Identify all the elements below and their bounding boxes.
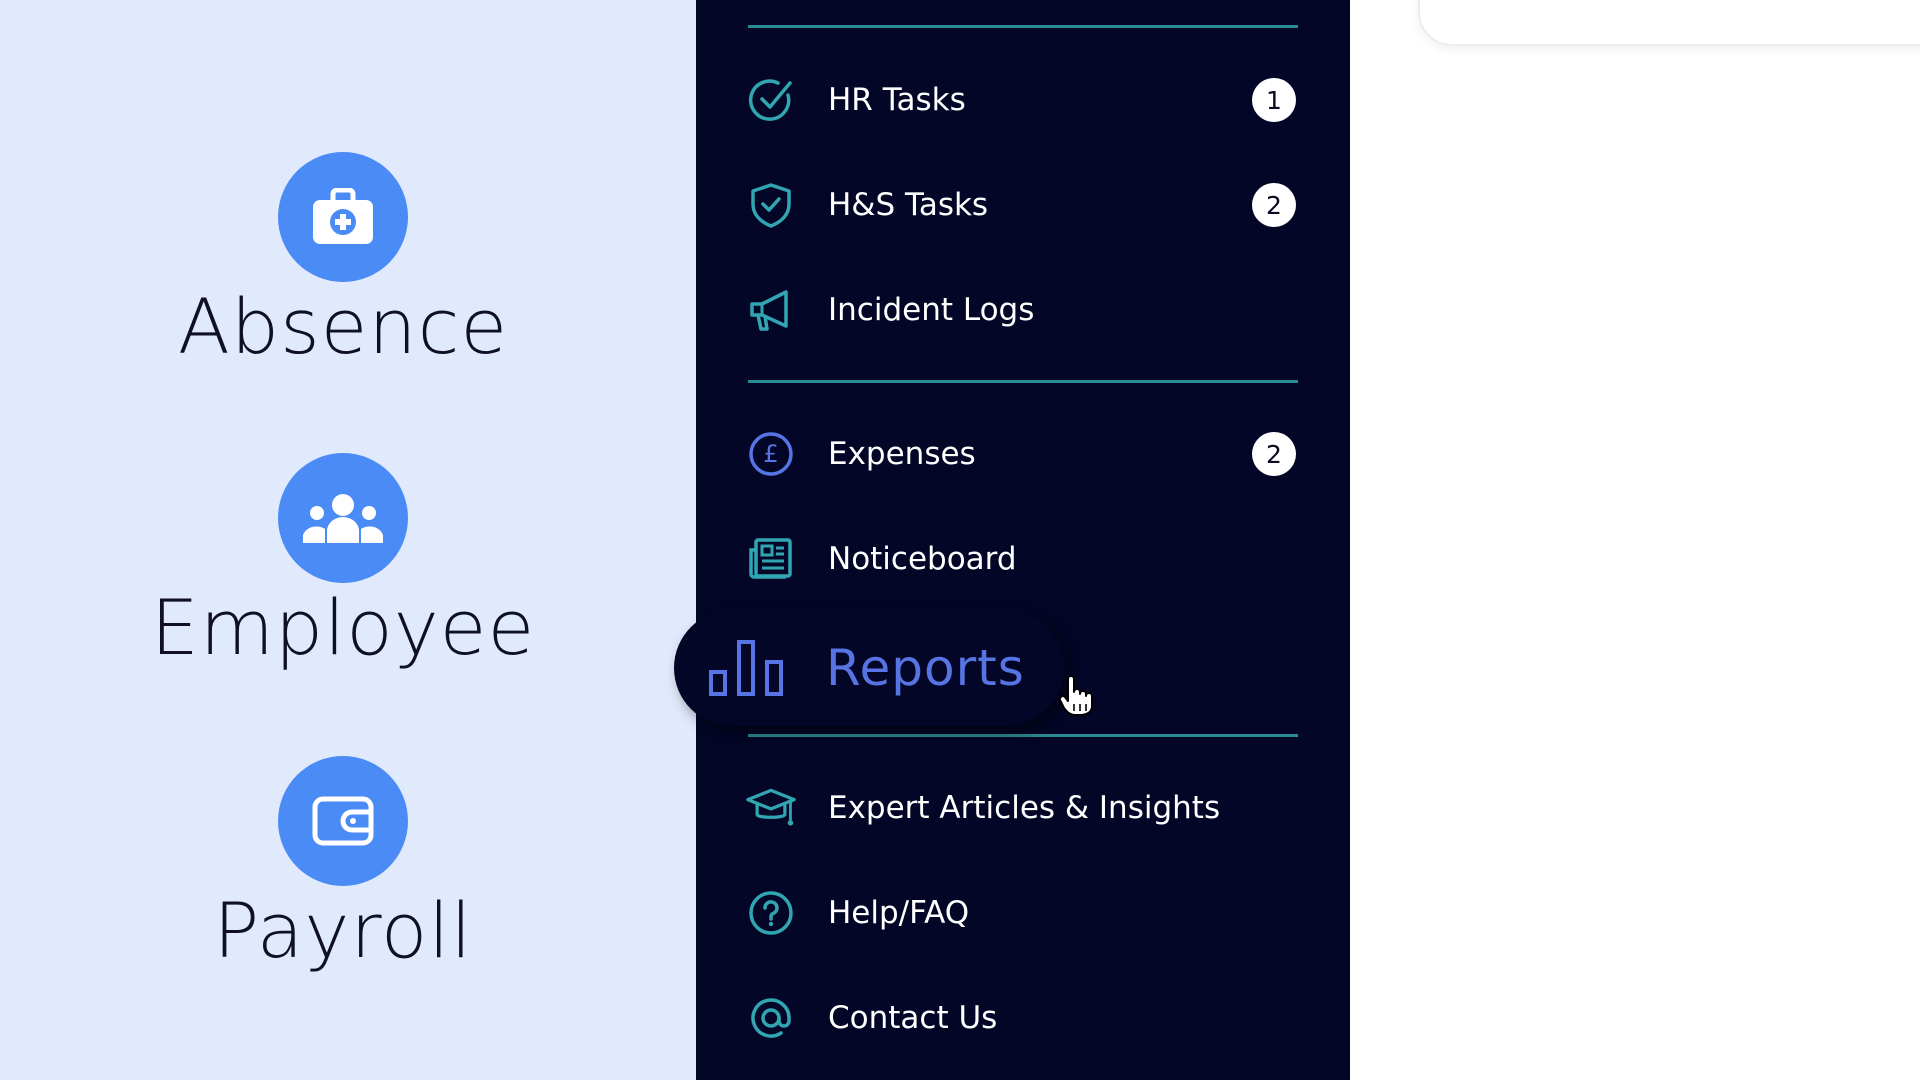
nav-item-contact-us[interactable]: Contact Us: [746, 988, 1286, 1048]
divider: [748, 25, 1298, 28]
first-aid-kit-icon: [278, 152, 408, 282]
nav-label-incident-logs: Incident Logs: [828, 292, 1035, 328]
check-circle-icon: [746, 75, 796, 125]
header-card: [1418, 0, 1920, 46]
question-circle-icon: [746, 888, 796, 938]
nav-item-reports[interactable]: Reports: [674, 610, 1064, 726]
shield-check-icon: [746, 180, 796, 230]
sidebar-nav: HR Tasks 1 H&S Tasks 2 Incident Logs £ E…: [696, 0, 1350, 1080]
nav-label-expenses: Expenses: [828, 436, 976, 472]
wallet-icon: [278, 756, 408, 886]
nav-item-expenses[interactable]: £ Expenses 2: [746, 424, 1296, 484]
nav-label-hs-tasks: H&S Tasks: [828, 187, 989, 223]
at-sign-icon: [746, 993, 796, 1043]
nav-item-incident-logs[interactable]: Incident Logs: [746, 280, 1286, 340]
hand-pointer-cursor-icon: [1058, 675, 1094, 716]
nav-item-hr-tasks[interactable]: HR Tasks 1: [746, 70, 1296, 130]
bar-chart-icon: [708, 630, 784, 706]
feature-payroll[interactable]: Payroll: [0, 756, 686, 976]
feature-employee[interactable]: Employee: [0, 453, 686, 673]
nav-item-hs-tasks[interactable]: H&S Tasks 2: [746, 175, 1296, 235]
team-icon: [278, 453, 408, 583]
nav-label-help-faq: Help/FAQ: [828, 895, 970, 931]
feature-label-employee: Employee: [150, 583, 536, 672]
nav-item-expert-articles[interactable]: Expert Articles & Insights: [746, 778, 1286, 838]
content-area: [1350, 0, 1920, 1080]
svg-text:£: £: [763, 440, 778, 468]
expenses-count-badge: 2: [1252, 432, 1296, 476]
nav-label-contact-us: Contact Us: [828, 1000, 998, 1036]
feature-label-payroll: Payroll: [213, 886, 473, 975]
divider: [748, 380, 1298, 383]
nav-item-noticeboard[interactable]: Noticeboard: [746, 529, 1286, 589]
feature-label-absence: Absence: [177, 282, 509, 371]
newspaper-icon: [746, 534, 796, 584]
feature-absence[interactable]: Absence: [0, 152, 686, 372]
graduation-cap-icon: [746, 783, 796, 833]
hs-tasks-count-badge: 2: [1252, 183, 1296, 227]
nav-label-reports: Reports: [826, 639, 1025, 697]
nav-label-expert-articles: Expert Articles & Insights: [828, 790, 1221, 826]
feature-panel: Absence Employee Payroll: [0, 0, 696, 1080]
divider: [748, 734, 1298, 737]
nav-label-hr-tasks: HR Tasks: [828, 82, 966, 118]
hr-tasks-count-badge: 1: [1252, 78, 1296, 122]
pound-coin-icon: £: [746, 429, 796, 479]
megaphone-icon: [746, 285, 796, 335]
nav-item-help-faq[interactable]: Help/FAQ: [746, 883, 1286, 943]
nav-label-noticeboard: Noticeboard: [828, 541, 1017, 577]
